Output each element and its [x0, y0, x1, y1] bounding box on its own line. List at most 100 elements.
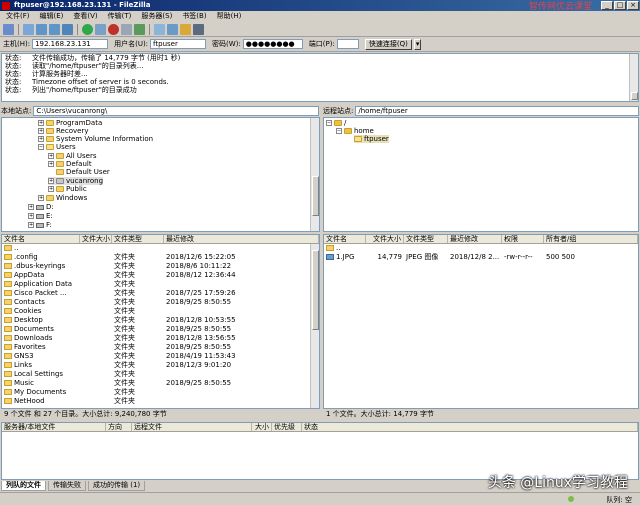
col-filetype[interactable]: 文件类型 [404, 235, 448, 243]
col-direction[interactable]: 方向 [106, 423, 132, 431]
remote-directory-tree[interactable]: − / − home ftpuser [323, 117, 639, 232]
table-row[interactable]: GNS3 文件夹 2018/4/19 11:53:43 [2, 352, 319, 361]
tree-item[interactable]: + ProgramData [38, 119, 102, 127]
col-owner[interactable]: 所有者/组 [544, 235, 638, 243]
tree-item[interactable]: + E: [28, 212, 53, 220]
table-row[interactable]: .dbus-keyrings 文件夹 2018/8/6 10:11:22 [2, 262, 319, 271]
col-permissions[interactable]: 权限 [502, 235, 544, 243]
table-row[interactable]: Music 文件夹 2018/9/25 8:50:55 [2, 379, 319, 388]
log-scrollbar[interactable] [629, 54, 638, 101]
table-row[interactable]: Documents 文件夹 2018/9/25 8:50:55 [2, 325, 319, 334]
local-directory-tree[interactable]: + ProgramData + Recovery + System Volume In… [1, 117, 320, 232]
expand-icon[interactable]: + [38, 195, 44, 201]
remote-file-list[interactable]: 文件名 文件大小 文件类型 最近修改 权限 所有者/组 .. 1.JPG 14,77… [323, 234, 639, 409]
col-filetype[interactable]: 文件类型 [112, 235, 164, 243]
disconnect-icon[interactable] [121, 23, 132, 35]
table-row[interactable]: Local Settings 文件夹 [2, 370, 319, 379]
menu-help[interactable]: 帮助(H) [217, 11, 242, 22]
table-row[interactable]: Cookies 文件夹 [2, 307, 319, 316]
close-button[interactable]: × [627, 1, 639, 10]
search-icon[interactable] [167, 23, 178, 35]
tree-item-selected[interactable]: + vucanrong [48, 177, 104, 185]
table-row[interactable]: NetHood 文件夹 [2, 397, 319, 406]
collapse-icon[interactable]: − [336, 128, 342, 134]
table-row[interactable]: AppData 文件夹 2018/8/12 12:36:44 [2, 271, 319, 280]
col-status[interactable]: 状态 [302, 423, 638, 431]
col-size[interactable]: 大小 [252, 423, 272, 431]
tree-item[interactable]: − Users [38, 143, 76, 151]
expand-icon[interactable]: + [28, 204, 34, 210]
local-tree-scrollbar[interactable] [310, 118, 319, 231]
tree-item[interactable]: − home [336, 127, 374, 135]
minimize-button[interactable]: _ [601, 1, 613, 10]
table-row[interactable]: 1.JPG 14,779 JPEG 图像 2018/12/8 2... -rw-r--r… [324, 253, 638, 262]
col-filename[interactable]: 文件名 [2, 235, 80, 243]
table-row[interactable]: My Documents 文件夹 [2, 388, 319, 397]
col-priority[interactable]: 优先级 [272, 423, 302, 431]
refresh-icon[interactable] [82, 23, 93, 35]
tree-item[interactable]: + D: [28, 203, 54, 211]
menu-bookmarks[interactable]: 书签(B) [182, 11, 206, 22]
collapse-icon[interactable]: − [38, 144, 44, 150]
quickconnect-button[interactable]: 快速连接(Q) [364, 38, 412, 50]
process-queue-icon[interactable] [95, 23, 106, 35]
table-row[interactable]: .config 文件夹 2018/12/6 15:22:05 [2, 253, 319, 262]
local-file-list[interactable]: 文件名 文件大小 文件类型 最近修改 .. .config 文件夹 2018/12/6… [1, 234, 320, 409]
toggle-local-tree-icon[interactable] [36, 23, 47, 35]
password-input[interactable]: ●●●●●●●● [242, 39, 303, 49]
table-row[interactable]: .. [324, 244, 638, 253]
menu-view[interactable]: 查看(V) [73, 11, 97, 22]
tab-successful-transfers[interactable]: 成功的传输 (1) [88, 481, 146, 491]
tree-item[interactable]: + Windows [38, 194, 87, 202]
maximize-button[interactable]: □ [614, 1, 626, 10]
table-row[interactable]: Downloads 文件夹 2018/12/8 13:56:55 [2, 334, 319, 343]
expand-icon[interactable]: + [38, 128, 44, 134]
menu-transfer[interactable]: 传输(T) [108, 11, 132, 22]
tree-item[interactable]: + Public [48, 185, 87, 193]
tab-failed-transfers[interactable]: 传输失败 [48, 481, 86, 491]
expand-icon[interactable]: + [28, 222, 34, 228]
reconnect-icon[interactable] [134, 23, 145, 35]
col-modified[interactable]: 最近修改 [164, 235, 319, 243]
expand-icon[interactable]: + [38, 120, 44, 126]
expand-icon[interactable]: + [48, 186, 54, 192]
expand-icon[interactable]: + [48, 153, 54, 159]
toggle-log-icon[interactable] [23, 23, 34, 35]
table-row[interactable]: Desktop 文件夹 2018/12/8 10:53:55 [2, 316, 319, 325]
table-row[interactable]: .. [2, 244, 319, 253]
tree-item-selected[interactable]: ftpuser [354, 135, 389, 143]
site-manager-icon[interactable] [3, 23, 14, 35]
col-filesize[interactable]: 文件大小 [366, 235, 404, 243]
tree-item[interactable]: Default User [56, 168, 110, 176]
tree-item[interactable]: + F: [28, 221, 52, 229]
col-server-local[interactable]: 服务器/本地文件 [2, 423, 106, 431]
toggle-queue-icon[interactable] [62, 23, 73, 35]
local-path-input[interactable]: C:\Users\vucanrong\ [33, 106, 319, 116]
table-row[interactable]: Links 文件夹 2018/12/3 9:01:20 [2, 361, 319, 370]
expand-icon[interactable]: + [48, 178, 54, 184]
collapse-icon[interactable]: − [326, 120, 332, 126]
expand-icon[interactable]: + [38, 136, 44, 142]
expand-icon[interactable]: + [28, 213, 34, 219]
message-log[interactable]: 状态: 文件传输成功，传输了 14,779 字节 (用时1 秒) 状态: 读取"/h… [1, 53, 639, 102]
tree-item[interactable]: + Recovery [38, 127, 88, 135]
col-filesize[interactable]: 文件大小 [80, 235, 112, 243]
directory-filter-icon[interactable] [154, 23, 165, 35]
col-filename[interactable]: 文件名 [324, 235, 366, 243]
menu-file[interactable]: 文件(F) [6, 11, 30, 22]
remote-path-input[interactable]: /home/ftpuser [355, 106, 639, 116]
table-row[interactable]: Application Data 文件夹 [2, 280, 319, 289]
tab-queued-files[interactable]: 列队的文件 [1, 481, 46, 491]
sync-browse-icon[interactable] [180, 23, 191, 35]
user-input[interactable]: ftpuser [150, 39, 207, 49]
toggle-remote-tree-icon[interactable] [49, 23, 60, 35]
tree-item[interactable]: − / [326, 119, 346, 127]
menu-edit[interactable]: 编辑(E) [40, 11, 64, 22]
port-input[interactable] [336, 39, 359, 49]
cancel-icon[interactable] [108, 23, 119, 35]
quickconnect-dropdown-button[interactable]: ▾ [413, 38, 422, 50]
expand-icon[interactable]: + [48, 161, 54, 167]
local-list-scrollbar[interactable] [310, 244, 319, 408]
menu-server[interactable]: 服务器(S) [141, 11, 172, 22]
tree-item[interactable]: + Default [48, 160, 92, 168]
